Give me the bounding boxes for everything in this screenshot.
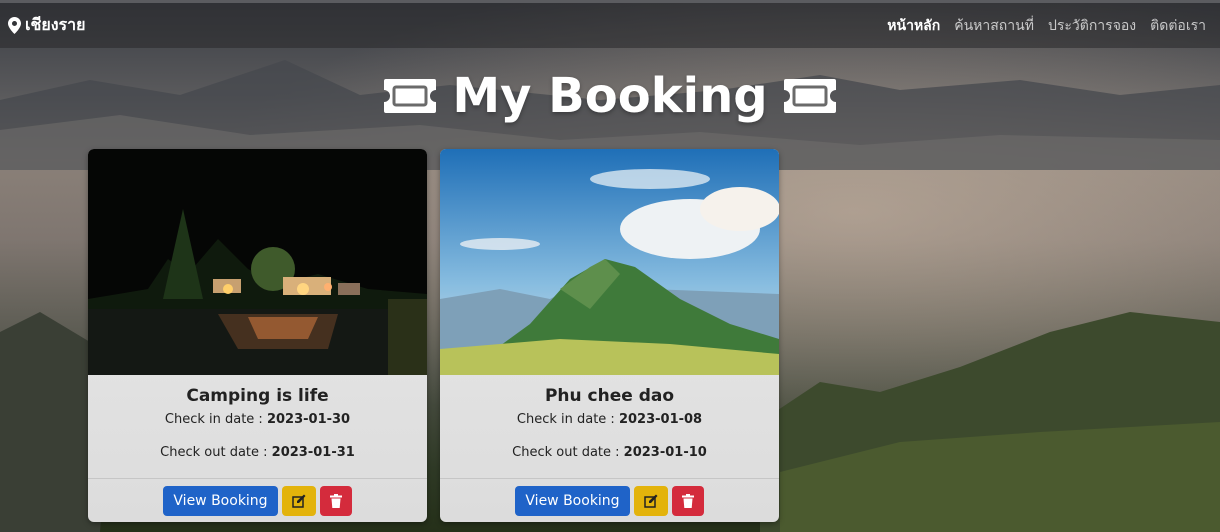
card-body: Phu chee dao Check in date : 2023-01-08 … [440, 375, 779, 479]
card-body: Camping is life Check in date : 2023-01-… [88, 375, 427, 479]
page-title-text: My Booking [452, 68, 768, 124]
brand-link[interactable]: เชียงราย [8, 13, 85, 38]
location-pin-icon [8, 17, 21, 34]
nav-links: หน้าหลัก ค้นหาสถานที่ ประวัติการจอง ติดต… [887, 15, 1206, 37]
edit-icon [643, 494, 658, 508]
page-title: My Booking [0, 68, 1220, 124]
view-booking-button[interactable]: View Booking [515, 485, 630, 516]
checkin-row: Check in date : 2023-01-08 [440, 412, 779, 427]
delete-booking-button[interactable] [319, 485, 352, 516]
checkout-date: 2023-01-10 [623, 445, 707, 460]
delete-booking-button[interactable] [671, 485, 704, 516]
nav-search-place[interactable]: ค้นหาสถานที่ [954, 15, 1034, 37]
trash-icon [681, 493, 694, 508]
ticket-icon [384, 79, 437, 113]
ticket-icon [783, 79, 836, 113]
brand-name: เชียงราย [25, 15, 86, 34]
booking-card: Camping is life Check in date : 2023-01-… [88, 149, 427, 522]
view-booking-button[interactable]: View Booking [163, 485, 278, 516]
nav-contact[interactable]: ติดต่อเรา [1150, 15, 1206, 37]
card-footer: View Booking [88, 479, 427, 522]
booking-name: Phu chee dao [544, 386, 675, 406]
checkin-label: Check in date : [164, 412, 267, 427]
checkin-date: 2023-01-30 [266, 412, 351, 427]
booking-name: Camping is life [186, 386, 329, 406]
checkout-date: 2023-01-31 [271, 445, 355, 460]
checkout-row: Check out date : 2023-01-10 [440, 445, 779, 460]
edit-booking-button[interactable] [633, 485, 668, 516]
nav-booking-history[interactable]: ประวัติการจอง [1048, 15, 1136, 37]
card-footer: View Booking [440, 479, 779, 522]
checkin-date: 2023-01-08 [618, 412, 703, 427]
booking-image-green-mountain [440, 149, 779, 375]
checkin-label: Check in date : [516, 412, 619, 427]
edit-booking-button[interactable] [281, 485, 316, 516]
booking-card: Phu chee dao Check in date : 2023-01-08 … [440, 149, 779, 522]
nav-home[interactable]: หน้าหลัก [887, 15, 940, 37]
edit-icon [291, 494, 306, 508]
checkin-row: Check in date : 2023-01-30 [88, 412, 427, 427]
navbar: เชียงราย หน้าหลัก ค้นหาสถานที่ ประวัติกา… [0, 0, 1220, 48]
checkout-row: Check out date : 2023-01-31 [88, 445, 427, 460]
checkout-label: Check out date : [512, 445, 624, 460]
checkout-label: Check out date : [160, 445, 272, 460]
booking-image-night-campsite [88, 149, 427, 375]
trash-icon [329, 493, 342, 508]
